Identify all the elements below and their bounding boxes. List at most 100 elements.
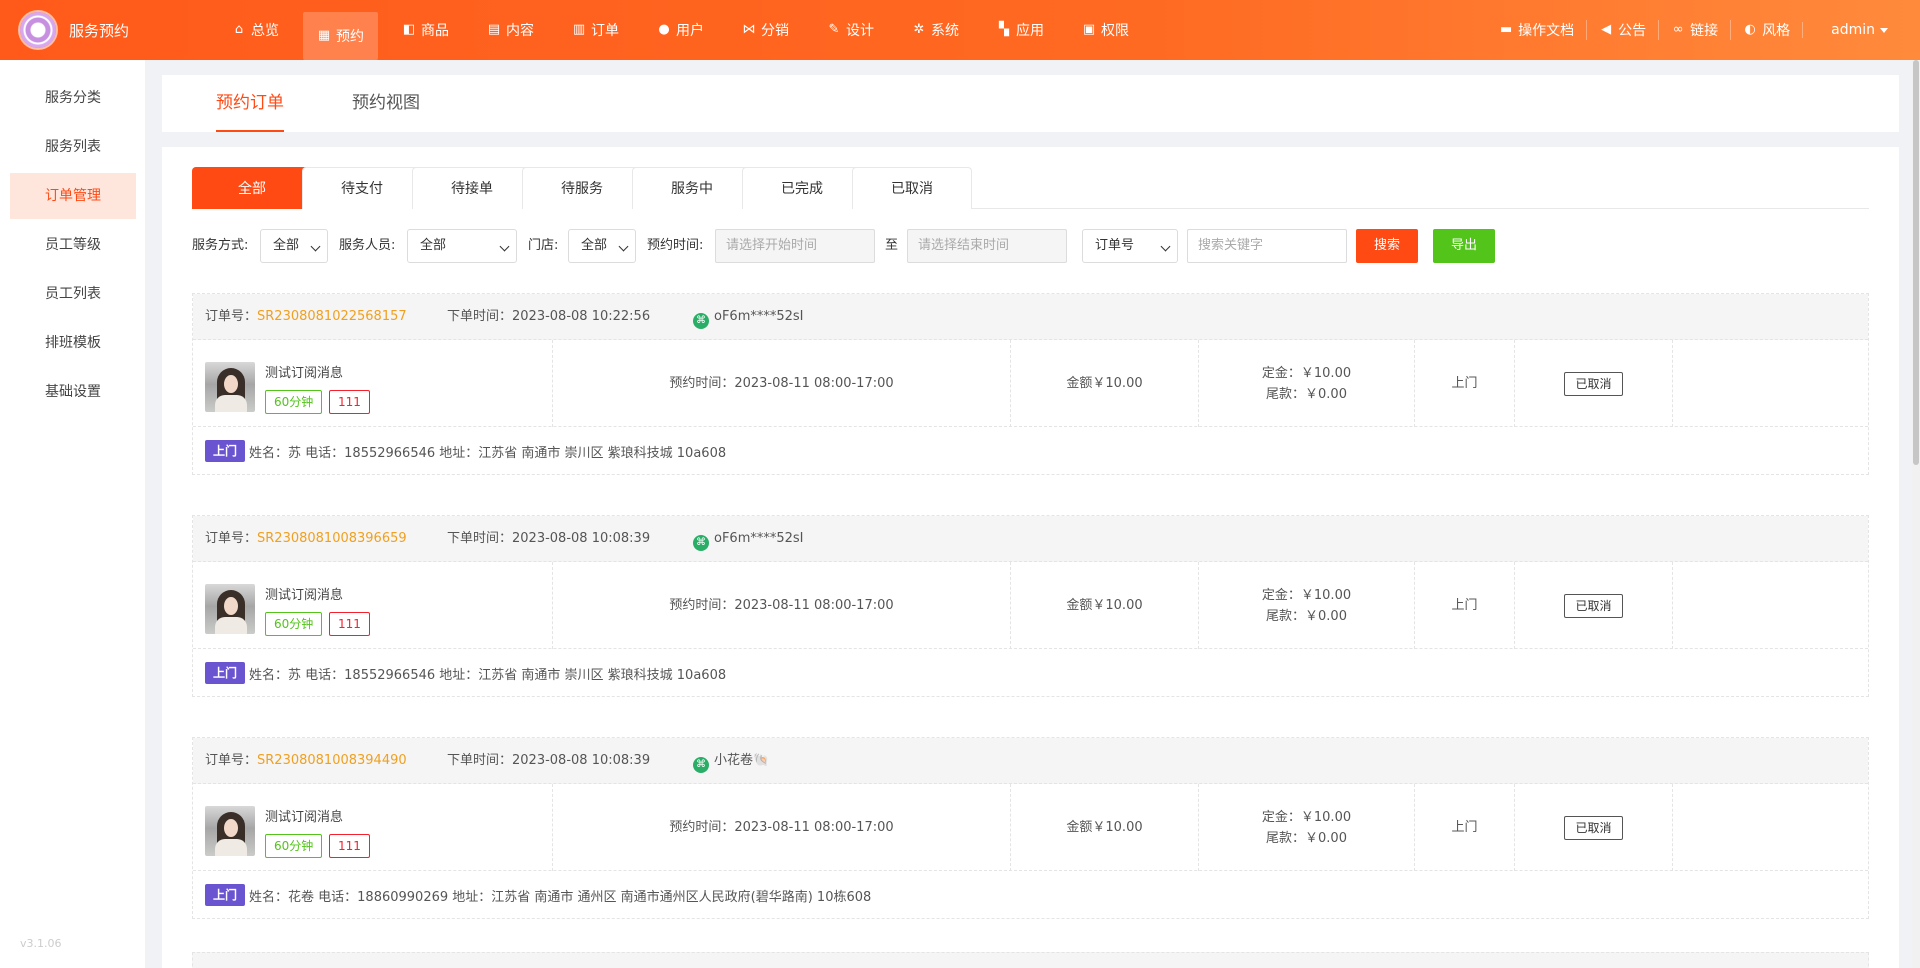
order-no: 订单号：SR2308081008394490 (205, 738, 407, 784)
balance-value: 尾款：￥0.00 (1266, 386, 1347, 402)
order-time-value: 2023-08-08 10:08:39 (512, 753, 651, 768)
order-no-value[interactable]: SR2308081022568157 (257, 309, 407, 324)
mode-badge: 上门 (205, 662, 246, 684)
mode-cell: 上门 (1415, 340, 1515, 427)
status-tab-1[interactable]: 待支付 (302, 167, 422, 209)
end-time-input[interactable]: 请选择结束时间 (907, 229, 1067, 263)
order-no-label: 订单号： (205, 753, 258, 768)
order-card: 订单号：SR2308081022568157 下单时间：2023-08-08 1… (192, 293, 1869, 475)
nav-item-2[interactable]: ◧ 商品 (388, 0, 463, 60)
nav-label: 订单 (591, 23, 619, 39)
store-select[interactable]: 全部 (568, 229, 636, 263)
sidebar-item-2[interactable]: 订单管理 (10, 173, 136, 219)
export-button[interactable]: 导出 (1433, 229, 1495, 263)
clipboard-icon: ▥ (572, 22, 586, 37)
link-label: 链接 (1690, 23, 1719, 39)
appointment-cell: 预约时间：2023-08-11 08:00-17:00 (553, 784, 1011, 871)
bag-icon: ◧ (402, 22, 416, 37)
docs-link[interactable]: ▬ 操作文档 (1487, 20, 1586, 40)
amount-value: 金额￥10.00 (1066, 376, 1143, 391)
sidebar-item-6[interactable]: 基础设置 (10, 369, 136, 415)
status-cell: 已取消 (1515, 340, 1673, 427)
status-button[interactable]: 已取消 (1564, 815, 1623, 840)
nav-item-8[interactable]: ✲ 系统 (898, 0, 973, 60)
start-time-input[interactable]: 请选择开始时间 (715, 229, 875, 263)
nav-item-7[interactable]: ✎ 设计 (813, 0, 888, 60)
deposit-value: 定金：￥10.00 (1261, 587, 1352, 603)
staff-select[interactable]: 全部 (407, 229, 517, 263)
sidebar-item-3[interactable]: 员工等级 (10, 222, 136, 268)
status-tab-5[interactable]: 已完成 (742, 167, 862, 209)
nav-item-6[interactable]: ⋈ 分销 (728, 0, 803, 60)
service-tag: 111 (329, 612, 370, 636)
service-mode-select[interactable]: 全部 (260, 229, 328, 263)
store-value: 全部 (581, 238, 608, 253)
order-time-label: 下单时间： (447, 753, 513, 768)
sidebar-item-5[interactable]: 排班模板 (10, 320, 136, 366)
sidebar-item-1[interactable]: 服务列表 (10, 124, 136, 170)
service-mode: 上门 (1451, 820, 1478, 835)
order-row: 测试订阅消息 60分钟 111 预约时间：2023-08-11 08:00-17… (193, 340, 1868, 427)
order-time-label: 下单时间： (447, 309, 513, 324)
service-cell: 测试订阅消息 60分钟 111 (193, 340, 553, 427)
order-card: 订单号：SR2308081008394490 下单时间：2023-08-08 1… (192, 737, 1869, 919)
nav-item-9[interactable]: ▚ 应用 (983, 0, 1058, 60)
search-type-value: 订单号 (1095, 238, 1135, 253)
service-image (205, 806, 255, 856)
order-user: ⌘ 小花卷🐚 (693, 738, 769, 784)
nav-item-5[interactable]: ● 用户 (643, 0, 718, 60)
user-icon: ● (658, 22, 670, 37)
style-link[interactable]: ◐ 风格 (1730, 20, 1802, 40)
status-tab-2[interactable]: 待接单 (412, 167, 532, 209)
calendar-icon: ▦ (317, 28, 331, 43)
nav-item-10[interactable]: ▣ 权限 (1068, 0, 1143, 60)
customer-address: 姓名：苏 电话：18552966546 地址：江苏省 南通市 崇川区 紫琅科技城… (249, 667, 727, 683)
payment-cell: 定金：￥10.00 尾款：￥0.00 (1199, 340, 1415, 427)
status-tab-6[interactable]: 已取消 (852, 167, 972, 209)
nav-item-3[interactable]: ▤ 内容 (473, 0, 548, 60)
status-wrap: 已取消 (1515, 340, 1672, 427)
sidebar-item-4[interactable]: 员工列表 (10, 271, 136, 317)
payment-cell: 定金：￥10.00 尾款：￥0.00 (1199, 562, 1415, 649)
service-tag: 111 (329, 390, 370, 414)
order-no-value[interactable]: SR2308081008396659 (257, 531, 407, 546)
search-button[interactable]: 搜索 (1356, 229, 1418, 263)
chevron-down-icon (310, 241, 321, 252)
admin-menu[interactable]: admin (1802, 22, 1900, 38)
service-name: 测试订阅消息 (265, 366, 344, 381)
order-time: 下单时间：2023-08-08 10:08:39 (447, 516, 650, 562)
tab-booking-orders[interactable]: 预约订单 (216, 75, 284, 132)
status-button[interactable]: 已取消 (1564, 593, 1623, 618)
notice-link[interactable]: ◀ 公告 (1586, 20, 1658, 40)
link-link[interactable]: ∞ 链接 (1658, 20, 1730, 40)
keyword-input[interactable]: 搜索关键字 (1187, 229, 1347, 263)
duration-tag: 60分钟 (265, 834, 323, 858)
status-tab-0[interactable]: 全部 (192, 167, 312, 209)
chevron-down-icon (1160, 241, 1171, 252)
order-no-value[interactable]: SR2308081008394490 (257, 753, 407, 768)
nav-item-4[interactable]: ▥ 订单 (558, 0, 633, 60)
admin-name: admin (1831, 22, 1875, 38)
status-button[interactable]: 已取消 (1564, 371, 1623, 396)
staff-value: 全部 (420, 238, 447, 253)
nav-label: 总览 (251, 23, 279, 39)
to-label: 至 (885, 238, 899, 253)
mode-badge: 上门 (205, 884, 246, 906)
brand[interactable]: 服务预约 (0, 0, 150, 60)
nav-label: 商品 (421, 23, 449, 39)
order-no-label: 订单号： (205, 309, 258, 324)
status-tab-3[interactable]: 待服务 (522, 167, 642, 209)
service-cell: 测试订阅消息 60分钟 111 (193, 562, 553, 649)
tab-booking-view[interactable]: 预约视图 (352, 75, 420, 132)
sidebar-item-0[interactable]: 服务分类 (10, 75, 136, 121)
amount-value: 金额￥10.00 (1066, 820, 1143, 835)
scrollbar-thumb[interactable] (1913, 60, 1919, 465)
status-tab-4[interactable]: 服务中 (632, 167, 752, 209)
nav-item-0[interactable]: ⌂ 总览 (218, 0, 293, 60)
page-scrollbar[interactable] (1912, 60, 1920, 968)
payment-detail: 定金：￥10.00 尾款：￥0.00 (1199, 340, 1414, 427)
search-type-select[interactable]: 订单号 (1082, 229, 1178, 263)
payment-detail: 定金：￥10.00 尾款：￥0.00 (1199, 562, 1414, 649)
order-row: 测试订阅消息 60分钟 111 预约时间：2023-08-11 08:00-17… (193, 562, 1868, 649)
nav-item-1[interactable]: ▦ 预约 (303, 12, 378, 60)
